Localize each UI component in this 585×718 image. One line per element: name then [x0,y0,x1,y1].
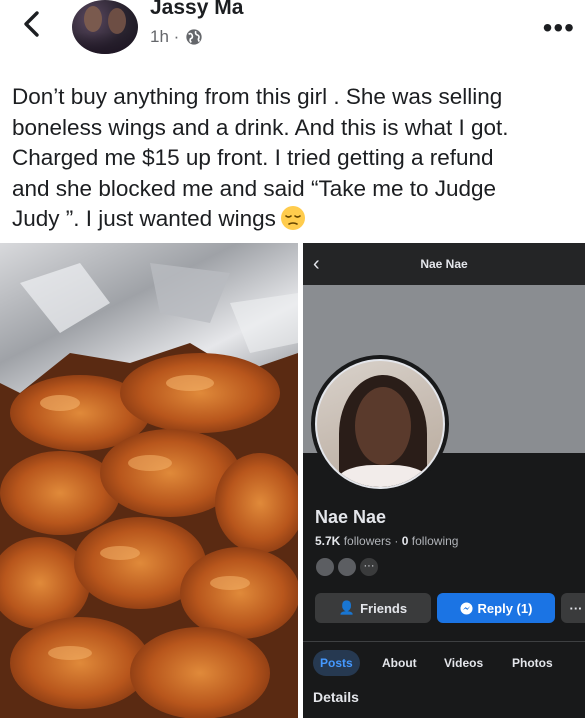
followers-label: followers [343,534,392,548]
profile-avatar-ring [311,355,449,493]
mutual-friends: ··· [315,557,379,577]
back-button[interactable] [18,6,46,42]
more-dots-icon: ••• [542,12,575,43]
author-name[interactable]: Jassy Ma [150,0,243,20]
post-time[interactable]: 1h · [150,27,179,47]
profile-topbar: ‹ Nae Nae [303,243,585,285]
reply-button: Reply (1) [437,593,555,623]
followers-count: 5.7K [315,534,341,548]
post-text-line: Judy ”. I just wanted wings [12,206,276,232]
chevron-left-icon [24,11,39,37]
globe-icon [186,29,202,45]
stats-separator: · [394,534,399,548]
tab-posts: Posts [313,650,360,676]
following-count: 0 [401,534,409,548]
wings-photo[interactable] [0,243,298,718]
tab-photos: Photos [512,656,553,670]
following-label: following [411,534,459,548]
post-meta: 1h · [150,27,203,47]
mutual-more-icon: ··· [359,557,379,577]
tab-about: About [382,656,417,670]
post-text-line: Don’t buy anything from this girl . She … [12,84,503,109]
wings-image [0,243,298,718]
mutual-avatar [315,557,335,577]
profile-more-button: ··· [561,593,585,623]
friends-button-label: Friends [360,600,408,616]
post-header: Jassy Ma 1h · ••• [0,0,585,62]
mutual-avatar [337,557,357,577]
friends-icon: 👤 [338,600,356,615]
profile-name: Nae Nae [315,507,387,527]
friends-button: 👤 Friends [315,593,431,623]
profile-stats: 5.7K followers · 0 following [315,534,458,548]
profile-avatar [315,359,445,489]
profile-tabs: Posts About Videos Photos [303,641,585,681]
details-heading: Details [313,689,359,705]
reply-button-label: Reply (1) [477,600,533,616]
author-avatar[interactable] [72,0,138,54]
more-options-button[interactable]: ••• [543,14,575,42]
messenger-icon [460,601,473,615]
profile-screenshot[interactable]: ‹ Nae Nae Nae Nae 5.7K followers · 0 fol… [303,243,585,718]
post-text-line: boneless wings and a drink. And this is … [12,114,509,140]
profile-topbar-title: Nae Nae [420,257,468,271]
post-text-line: and she blocked me and said “Take me to … [12,175,497,201]
post-text-line: Charged me $15 up front. I tried getting… [12,145,494,171]
post-text-line-last: Judy ”. I just wanted wings [12,204,578,235]
post-body: Don’t buy anything from this girl . She … [12,82,578,235]
tab-videos: Videos [444,656,484,670]
pensive-face-emoji [280,206,305,231]
